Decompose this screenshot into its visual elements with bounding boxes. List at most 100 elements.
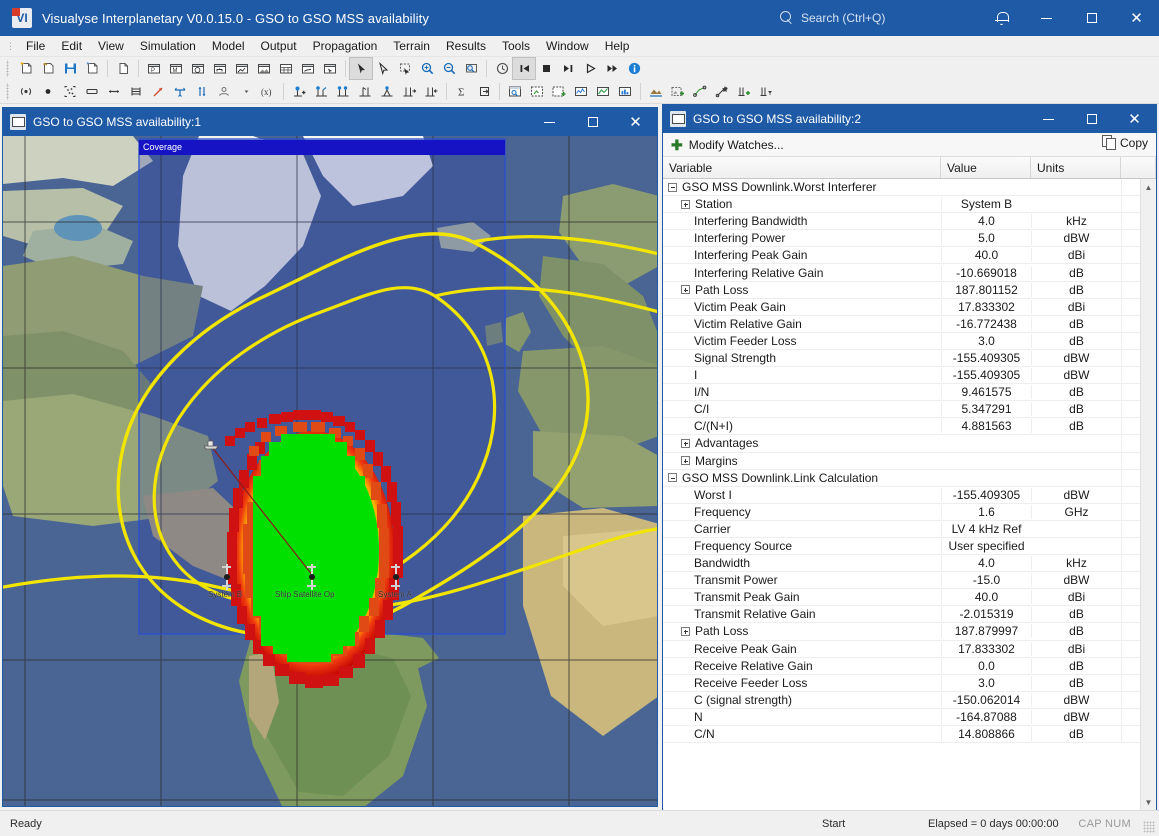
table-row[interactable]: Transmit Power -15.0 dBW <box>663 572 1140 590</box>
notifications-button[interactable] <box>979 0 1024 36</box>
table-row[interactable]: Receive Relative Gain 0.0 dB <box>663 657 1140 675</box>
table-row[interactable]: I -155.409305 dBW <box>663 367 1140 385</box>
resize-grip-icon[interactable] <box>1143 821 1155 833</box>
menu-item-output[interactable]: Output <box>253 37 305 55</box>
rubber-band-select-icon[interactable] <box>394 58 416 79</box>
area-icon[interactable] <box>81 81 103 102</box>
station-marker-system-b[interactable] <box>222 564 231 590</box>
pick-pointer-icon[interactable] <box>372 58 394 79</box>
add-area-analysis-icon[interactable] <box>548 81 570 102</box>
station-marker-ship-satellite-op[interactable] <box>307 564 316 590</box>
menu-item-model[interactable]: Model <box>204 37 253 55</box>
watch-window-title-bar[interactable]: GSO to GSO MSS availability:2 ✕ <box>663 105 1156 133</box>
map-maximize-button[interactable] <box>571 108 614 136</box>
table-row[interactable]: Station System B <box>663 196 1140 214</box>
new-table-view-icon[interactable] <box>275 58 297 79</box>
rewind-to-start-icon[interactable] <box>512 57 536 80</box>
table-row[interactable]: Transmit Relative Gain -2.015319 dB <box>663 606 1140 624</box>
map-minimize-button[interactable] <box>528 108 571 136</box>
table-row[interactable]: C/I 5.347291 dB <box>663 401 1140 419</box>
new-tree-view-icon[interactable] <box>209 58 231 79</box>
menu-item-simulation[interactable]: Simulation <box>132 37 204 55</box>
stop-icon[interactable] <box>535 58 557 79</box>
map-window-title-bar[interactable]: GSO to GSO MSS availability:1 ✕ <box>3 108 657 136</box>
new-area-view-icon[interactable] <box>231 58 253 79</box>
menu-item-results[interactable]: Results <box>438 37 494 55</box>
antenna-pattern-icon[interactable] <box>169 81 191 102</box>
link-group-6-icon[interactable] <box>420 81 442 102</box>
point-station-icon[interactable] <box>37 81 59 102</box>
expand-icon[interactable] <box>681 438 690 448</box>
table-row[interactable]: Path Loss 187.801152 dB <box>663 281 1140 299</box>
table-row[interactable]: Bandwidth 4.0 kHz <box>663 555 1140 573</box>
collapse-icon[interactable] <box>668 473 677 483</box>
select-pointer-icon[interactable] <box>349 57 373 80</box>
time-plot-icon[interactable] <box>570 81 592 102</box>
expand-icon[interactable] <box>681 626 690 636</box>
table-row[interactable]: GSO MSS Downlink.Link Calculation <box>663 469 1140 487</box>
search-input[interactable]: Search (Ctrl+Q) <box>780 7 950 29</box>
close-button[interactable]: ✕ <box>1114 0 1159 36</box>
table-row[interactable]: Frequency Source User specified <box>663 537 1140 556</box>
variable-icon[interactable]: (x) <box>257 81 279 102</box>
table-row[interactable]: I/N 9.461575 dB <box>663 384 1140 402</box>
menu-item-file[interactable]: File <box>18 37 53 55</box>
zoom-to-fit-icon[interactable] <box>460 58 482 79</box>
expand-icon[interactable] <box>681 199 690 209</box>
vector-icon[interactable] <box>147 81 169 102</box>
watch-close-button[interactable]: ✕ <box>1113 105 1156 133</box>
table-row[interactable]: N -164.87088 dBW <box>663 708 1140 726</box>
table-row[interactable]: Signal Strength -155.409305 dBW <box>663 349 1140 368</box>
menu-item-propagation[interactable]: Propagation <box>305 37 386 55</box>
link-group-4-icon[interactable] <box>376 81 398 102</box>
new-document-icon[interactable] <box>15 58 37 79</box>
terrain-icon[interactable] <box>645 81 667 102</box>
population-icon[interactable] <box>213 81 235 102</box>
column-header-units[interactable]: Units <box>1031 157 1121 178</box>
table-row[interactable]: Interfering Peak Gain 40.0 dBi <box>663 247 1140 265</box>
transmitter-icon[interactable] <box>15 81 37 102</box>
table-row[interactable]: Interfering Bandwidth 4.0 kHz <box>663 213 1140 231</box>
path-point-icon[interactable] <box>711 81 733 102</box>
expand-icon[interactable] <box>681 285 690 295</box>
watch-grid-body[interactable]: GSO MSS Downlink.Worst Interferer Station… <box>663 179 1156 810</box>
watch-vertical-scrollbar[interactable]: ▲ ▼ <box>1140 179 1156 810</box>
dropdown-arrow-icon[interactable] <box>235 81 257 102</box>
map-close-button[interactable]: ✕ <box>614 108 657 136</box>
table-row[interactable]: Advantages <box>663 435 1140 453</box>
table-row[interactable]: Transmit Peak Gain 40.0 dBi <box>663 589 1140 607</box>
map-canvas[interactable]: Coverage System B Ship Satellite Op Syst… <box>3 136 657 806</box>
link-group-5-icon[interactable] <box>398 81 420 102</box>
new-image-view-icon[interactable] <box>253 58 275 79</box>
new-map-view-icon[interactable]: M <box>165 58 187 79</box>
info-icon[interactable] <box>623 58 645 79</box>
open-document-icon[interactable] <box>37 58 59 79</box>
list-icon[interactable] <box>125 81 147 102</box>
table-row[interactable]: Interfering Relative Gain -10.669018 dB <box>663 264 1140 282</box>
step-icon[interactable] <box>557 58 579 79</box>
table-row[interactable]: C/N 14.808866 dB <box>663 726 1140 744</box>
new-select-view-icon[interactable] <box>319 58 341 79</box>
collapse-icon[interactable] <box>668 182 677 192</box>
toolbar-grip-icon[interactable] <box>5 60 12 77</box>
path-profile-icon[interactable] <box>689 81 711 102</box>
column-header-value[interactable]: Value <box>941 157 1031 178</box>
watch-minimize-button[interactable] <box>1027 105 1070 133</box>
menu-item-edit[interactable]: Edit <box>53 37 90 55</box>
link-group-3-icon[interactable] <box>354 81 376 102</box>
copy-view-icon[interactable] <box>112 58 134 79</box>
table-row[interactable]: Victim Relative Gain -16.772438 dB <box>663 315 1140 333</box>
menu-item-window[interactable]: Window <box>538 37 597 55</box>
expand-icon[interactable] <box>681 456 690 466</box>
modify-watches-button[interactable]: ✚ Modify Watches... <box>671 138 784 152</box>
table-row[interactable]: Receive Feeder Loss 3.0 dB <box>663 674 1140 692</box>
maximize-button[interactable] <box>1069 0 1114 36</box>
clock-icon[interactable] <box>491 58 513 79</box>
menu-item-view[interactable]: View <box>90 37 132 55</box>
table-row[interactable]: Interfering Power 5.0 dBW <box>663 230 1140 248</box>
toolbar-grip-icon[interactable] <box>5 83 12 100</box>
new-watch-view-icon[interactable] <box>297 58 319 79</box>
save-as-icon[interactable] <box>81 58 103 79</box>
link-group-2-icon[interactable] <box>332 81 354 102</box>
table-row[interactable]: Victim Feeder Loss 3.0 dB <box>663 332 1140 350</box>
